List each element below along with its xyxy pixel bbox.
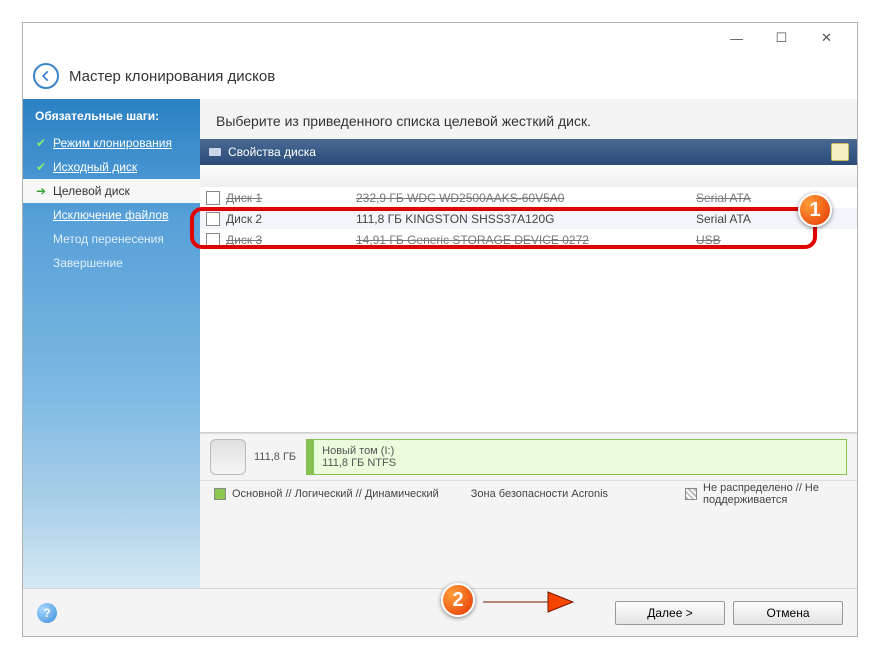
legend-mid: Зона безопасности Acronis [471,488,608,500]
panel-options-button[interactable] [831,143,849,161]
disk-capacity: 111,8 ГБ KINGSTON SHSS37A120G [356,212,696,226]
minimize-button[interactable]: — [714,23,759,53]
list-column-header [200,165,857,187]
disk-summary: 111,8 ГБ Новый том (I:) 111,8 ГБ NTFS [200,433,857,481]
check-icon: ✔ [35,160,47,174]
annotation-badge-2: 2 [441,583,475,617]
arrow-right-icon: ➔ [35,184,47,198]
legend: Основной // Логический // Динамический З… [200,481,857,507]
legend-swatch-unallocated [685,488,697,500]
back-arrow-icon [39,69,53,83]
checkbox[interactable] [206,191,220,205]
close-button[interactable]: ✕ [804,23,849,53]
sidebar-item-label: Исключение файлов [53,208,168,222]
sidebar-step-method[interactable]: Метод перенесения [23,227,200,251]
footer: ? Далее > Отмена [23,588,857,636]
maximize-button[interactable]: ☐ [759,23,804,53]
volume-bar[interactable]: Новый том (I:) 111,8 ГБ NTFS [306,439,847,475]
sidebar-item-label: Режим клонирования [53,136,172,150]
back-button[interactable] [33,63,59,89]
main-panel: Выберите из приведенного списка целевой … [200,99,857,588]
disk-list: Диск 1 232,9 ГБ WDC WD2500AAKS-60V5A0 Se… [200,165,857,433]
sidebar-item-label: Исходный диск [53,160,137,174]
disk-row-selected[interactable]: Диск 2 111,8 ГБ KINGSTON SHSS37A120G Ser… [200,208,857,229]
wizard-header: Мастер клонирования дисков [23,53,857,99]
disk-row[interactable]: Диск 1 232,9 ГБ WDC WD2500AAKS-60V5A0 Se… [200,187,857,208]
annotation-badge-1: 1 [798,193,832,227]
sidebar-item-label: Целевой диск [53,184,130,198]
volume-detail: 111,8 ГБ NTFS [322,457,846,469]
sidebar-item-label: Завершение [53,256,123,270]
panel-header: Свойства диска [200,139,857,165]
disk-name: Диск 1 [226,191,356,205]
wizard-title: Мастер клонирования дисков [69,68,275,85]
sidebar-step-mode[interactable]: ✔ Режим клонирования [23,131,200,155]
next-button[interactable]: Далее > [615,601,725,625]
disk-capacity: 232,9 ГБ WDC WD2500AAKS-60V5A0 [356,191,696,205]
instruction-text: Выберите из приведенного списка целевой … [200,99,857,139]
help-button[interactable]: ? [37,603,57,623]
disk-name: Диск 3 [226,233,356,247]
volume-name: Новый том (I:) [322,445,846,457]
disk-size: 111,8 ГБ [254,451,296,463]
disk-interface: USB [696,233,857,247]
disk-properties-icon [208,145,222,159]
window-frame: — ☐ ✕ Мастер клонирования дисков Обязате… [22,22,858,637]
titlebar: — ☐ ✕ [23,23,857,53]
disk-icon [210,439,246,475]
disk-row[interactable]: Диск 3 14,91 ГБ Generic STORAGE DEVICE 0… [200,229,857,250]
cancel-button[interactable]: Отмена [733,601,843,625]
sidebar-step-target[interactable]: ➔ Целевой диск [23,179,200,203]
disk-name: Диск 2 [226,212,356,226]
legend-right: Не распределено // Не поддерживается [703,482,843,506]
disk-interface: Serial ATA [696,212,857,226]
check-icon: ✔ [35,136,47,150]
sidebar-item-label: Метод перенесения [53,232,164,246]
sidebar-step-finish[interactable]: Завершение [23,251,200,275]
legend-swatch-primary [214,488,226,500]
sidebar-heading: Обязательные шаги: [23,103,200,131]
sidebar: Обязательные шаги: ✔ Режим клонирования … [23,99,200,588]
checkbox[interactable] [206,212,220,226]
disk-capacity: 14,91 ГБ Generic STORAGE DEVICE 0272 [356,233,696,247]
panel-title: Свойства диска [228,145,316,159]
sidebar-step-source[interactable]: ✔ Исходный диск [23,155,200,179]
disk-interface: Serial ATA [696,191,857,205]
sidebar-step-exclude[interactable]: Исключение файлов [23,203,200,227]
legend-left: Основной // Логический // Динамический [232,488,439,500]
checkbox[interactable] [206,233,220,247]
